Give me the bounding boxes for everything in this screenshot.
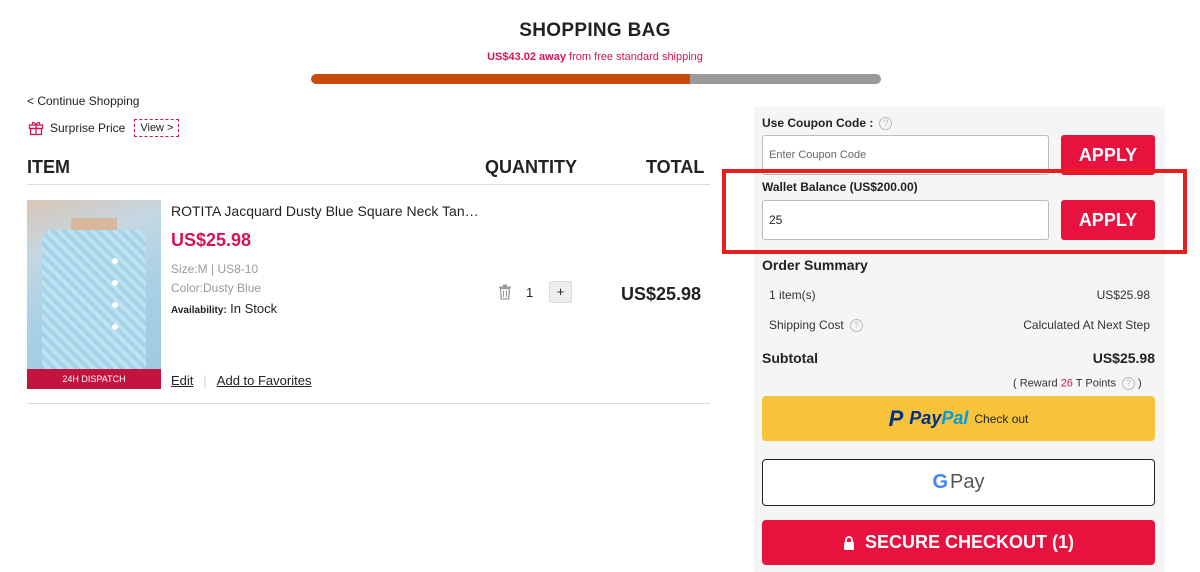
shipping-suffix: from free standard shipping — [565, 51, 703, 63]
action-separator: | — [203, 373, 207, 388]
shipping-cost-label: Shipping Cost — [769, 318, 844, 332]
product-name[interactable]: ROTITA Jacquard Dusty Blue Square Neck T… — [171, 203, 481, 219]
quantity-increase-button[interactable]: + — [549, 281, 572, 303]
free-shipping-note: US$43.02 away from free standard shippin… — [0, 51, 1190, 63]
product-size: Size:M | US8-10 — [171, 262, 259, 276]
continue-shopping-link[interactable]: < Continue Shopping — [27, 94, 139, 108]
shipping-progress-bar — [311, 74, 881, 84]
item-total: US$25.98 — [621, 284, 702, 304]
summary-items-row: 1 item(s) US$25.98 — [769, 288, 1150, 302]
add-to-favorites-link[interactable]: Add to Favorites — [217, 373, 312, 388]
reward-points: ( Reward 26 T Points? ) — [1013, 377, 1142, 390]
product-price: US$25.98 — [171, 230, 252, 250]
reward-suffix: T Points — [1072, 377, 1116, 390]
help-icon[interactable]: ? — [1121, 377, 1135, 390]
header-divider — [27, 184, 710, 185]
view-surprise-button[interactable]: View > — [134, 119, 180, 137]
shirt-button-dot — [112, 280, 118, 286]
shirt-button-dot — [112, 324, 118, 330]
product-image-shirt — [42, 230, 146, 370]
dispatch-badge: 24H DISPATCH — [27, 369, 161, 389]
paypal-icon: P — [888, 405, 904, 431]
google-pay-label: Pay — [950, 471, 985, 493]
edit-link[interactable]: Edit — [171, 373, 193, 388]
secure-checkout-label: SECURE CHECKOUT (1) — [864, 532, 1074, 552]
availability: Availability: In Stock — [171, 301, 277, 316]
shipping-progress-fill — [311, 74, 691, 84]
google-pay-button[interactable]: G Pay — [762, 459, 1155, 506]
subtotal-value: US$25.98 — [1092, 350, 1155, 366]
shipping-amount: US$43.02 away — [487, 51, 566, 63]
column-header-total: TOTAL — [646, 157, 705, 177]
help-icon[interactable]: ? — [849, 319, 863, 333]
availability-value: In Stock — [230, 301, 278, 316]
paypal-word-pal: Pal — [941, 408, 969, 428]
wallet-highlight-box — [722, 169, 1187, 254]
paypal-checkout-button[interactable]: P PayPal Check out — [762, 396, 1155, 441]
subtotal-row: Subtotal US$25.98 — [762, 350, 1155, 366]
paypal-checkout-label: Check out — [974, 411, 1029, 426]
summary-shipping-row: Shipping Cost? Calculated At Next Step — [769, 318, 1150, 333]
items-count: 1 item(s) — [769, 288, 816, 302]
shipping-cost-value: Calculated At Next Step — [1023, 318, 1150, 332]
help-icon[interactable]: ? — [879, 117, 893, 131]
surprise-price: Surprise Price View > — [28, 119, 180, 137]
coupon-placeholder: Enter Coupon Code — [769, 149, 867, 161]
trash-icon[interactable] — [498, 284, 512, 300]
paypal-wordmark: PayPal — [909, 408, 968, 429]
lock-icon — [843, 535, 854, 550]
order-summary-title: Order Summary — [762, 257, 868, 273]
paypal-word-pay: Pay — [909, 408, 942, 428]
coupon-label: Use Coupon Code :? — [762, 116, 893, 131]
subtotal-label: Subtotal — [762, 350, 818, 366]
secure-checkout-button[interactable]: SECURE CHECKOUT (1) — [762, 520, 1155, 565]
shirt-button-dot — [112, 258, 118, 264]
quantity-value: 1 — [526, 285, 534, 300]
product-color: Color:Dusty Blue — [171, 281, 262, 295]
availability-label: Availability: — [171, 305, 227, 316]
reward-prefix: ( Reward — [1013, 377, 1061, 390]
column-header-item: ITEM — [27, 157, 70, 177]
item-actions: Edit | Add to Favorites — [171, 373, 311, 388]
google-g-icon: G — [932, 471, 949, 493]
shirt-button-dot — [112, 302, 118, 308]
page-title: SHOPPING BAG — [519, 20, 671, 41]
surprise-price-label: Surprise Price — [50, 121, 126, 135]
row-divider — [27, 403, 710, 404]
column-header-quantity: QUANTITY — [485, 157, 577, 177]
reward-points-value: 26 — [1060, 377, 1073, 390]
coupon-label-text: Use Coupon Code : — [762, 116, 874, 130]
gift-icon — [28, 121, 44, 136]
product-image[interactable]: 24H DISPATCH — [27, 200, 161, 389]
items-value: US$25.98 — [1096, 288, 1150, 302]
